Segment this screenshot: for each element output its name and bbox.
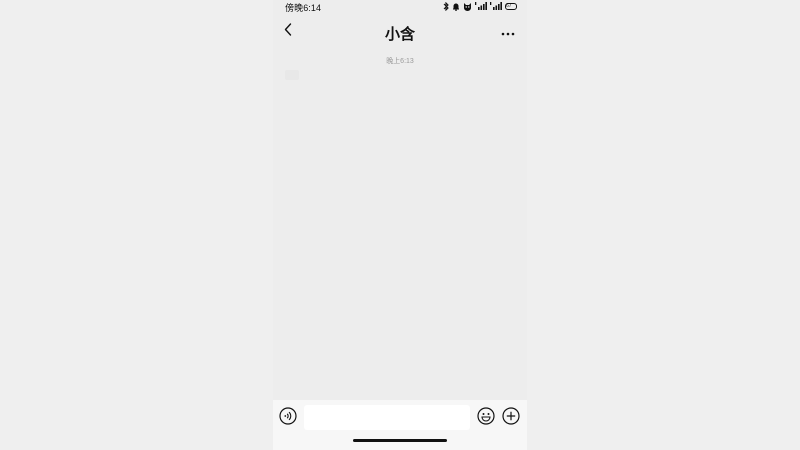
cat-icon bbox=[463, 2, 472, 11]
more-button[interactable] bbox=[499, 22, 517, 42]
home-indicator[interactable] bbox=[353, 439, 447, 442]
message-list[interactable]: 晚上6:13 bbox=[273, 48, 527, 398]
message-input[interactable] bbox=[304, 405, 470, 430]
status-bar: 傍晚6:14 67 bbox=[273, 0, 527, 13]
voice-icon bbox=[279, 406, 297, 430]
bluetooth-icon bbox=[443, 1, 449, 11]
more-icon bbox=[501, 23, 515, 41]
bell-icon bbox=[452, 2, 460, 11]
emoji-icon bbox=[477, 406, 495, 430]
chat-header: 小含 bbox=[273, 18, 527, 46]
emoji-button[interactable] bbox=[476, 406, 496, 430]
status-time: 傍晚6:14 bbox=[285, 3, 322, 13]
voice-button[interactable] bbox=[278, 406, 298, 430]
chat-title: 小含 bbox=[384, 26, 415, 43]
status-icons: 67 bbox=[443, 1, 517, 11]
more-functions-button[interactable] bbox=[501, 406, 521, 430]
signal-icon bbox=[475, 2, 487, 10]
chat-input-bar bbox=[273, 400, 527, 450]
signal-icon bbox=[490, 2, 502, 10]
plus-icon bbox=[502, 406, 520, 430]
avatar[interactable] bbox=[285, 70, 299, 80]
phone-screen: 傍晚6:14 67 小含 晚上6:13 bbox=[273, 0, 527, 450]
message-timestamp: 晚上6:13 bbox=[386, 58, 414, 65]
battery-icon: 67 bbox=[505, 2, 517, 10]
